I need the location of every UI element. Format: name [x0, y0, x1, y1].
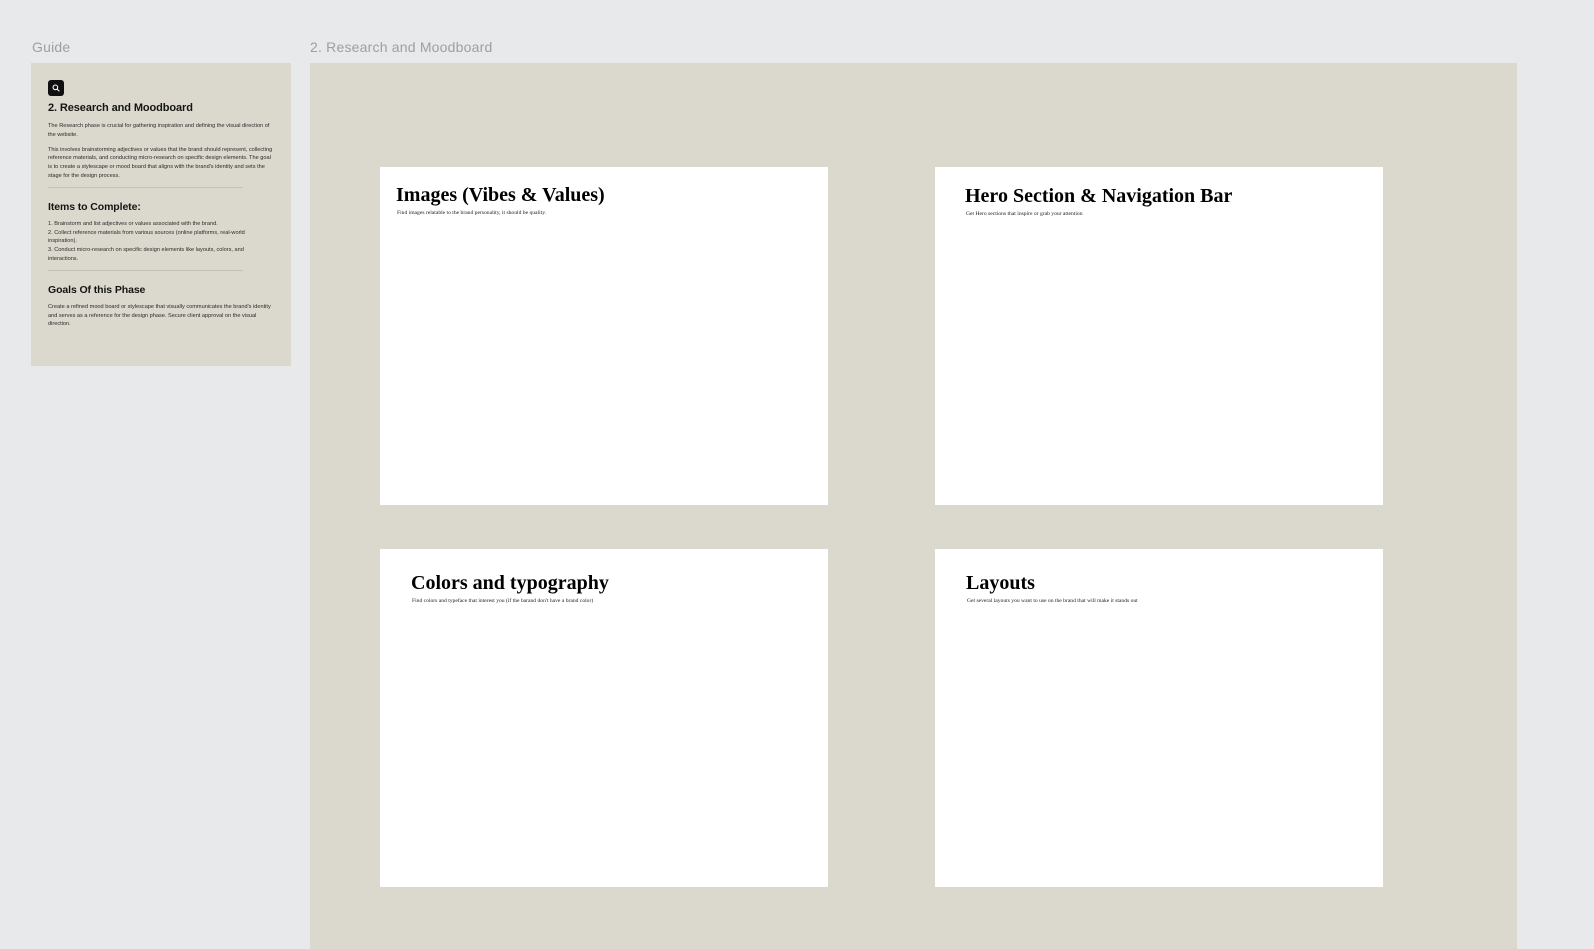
panel-subtitle: Get Hero sections that inspire or grab y…: [966, 211, 1083, 217]
guide-divider: [48, 269, 243, 271]
search-icon: [48, 80, 64, 96]
goals-text: Create a refined mood board or stylescap…: [48, 303, 271, 328]
guide-title: 2. Research and Moodboard: [48, 102, 193, 114]
search-icon-glyph: [52, 84, 60, 92]
panel-images-vibes-values[interactable]: Images (Vibes & Values) Find images rela…: [380, 167, 828, 505]
panel-title: Layouts: [966, 572, 1035, 594]
list-item: 1. Brainstorm and list adjectives or val…: [48, 220, 218, 227]
moodboard-frame[interactable]: Images (Vibes & Values) Find images rela…: [310, 63, 1517, 949]
guide-intro-paragraph: The Research phase is crucial for gather…: [48, 123, 270, 138]
goals-heading: Goals Of this Phase: [48, 283, 146, 296]
panel-title: Hero Section & Navigation Bar: [965, 185, 1233, 207]
guide-card[interactable]: 2. Research and Moodboard The Research p…: [31, 63, 291, 366]
moodboard-frame-label[interactable]: 2. Research and Moodboard: [310, 39, 492, 55]
panel-subtitle: Find images relatable to the brand perso…: [397, 210, 547, 216]
panel-title: Images (Vibes & Values): [396, 184, 605, 206]
guide-frame-label[interactable]: Guide: [32, 39, 70, 55]
panel-title: Colors and typography: [411, 572, 609, 594]
items-list: 1. Brainstorm and list adjectives or val…: [48, 220, 274, 264]
guide-divider: [48, 186, 243, 188]
panel-colors-typography[interactable]: Colors and typography Find colors and ty…: [380, 549, 828, 887]
list-item: 3. Conduct micro-research on specific de…: [48, 247, 244, 262]
panel-subtitle: Get several layouts you want to use on t…: [967, 598, 1138, 604]
panel-layouts[interactable]: Layouts Get several layouts you want to …: [935, 549, 1383, 887]
panel-hero-navigation[interactable]: Hero Section & Navigation Bar Get Hero s…: [935, 167, 1383, 505]
list-item: 2. Collect reference materials from vari…: [48, 229, 245, 245]
items-heading: Items to Complete:: [48, 200, 141, 213]
panel-subtitle: Find colors and typeface that interest y…: [412, 598, 594, 604]
guide-detail-paragraph: This involves brainstorming adjectives o…: [48, 146, 273, 179]
